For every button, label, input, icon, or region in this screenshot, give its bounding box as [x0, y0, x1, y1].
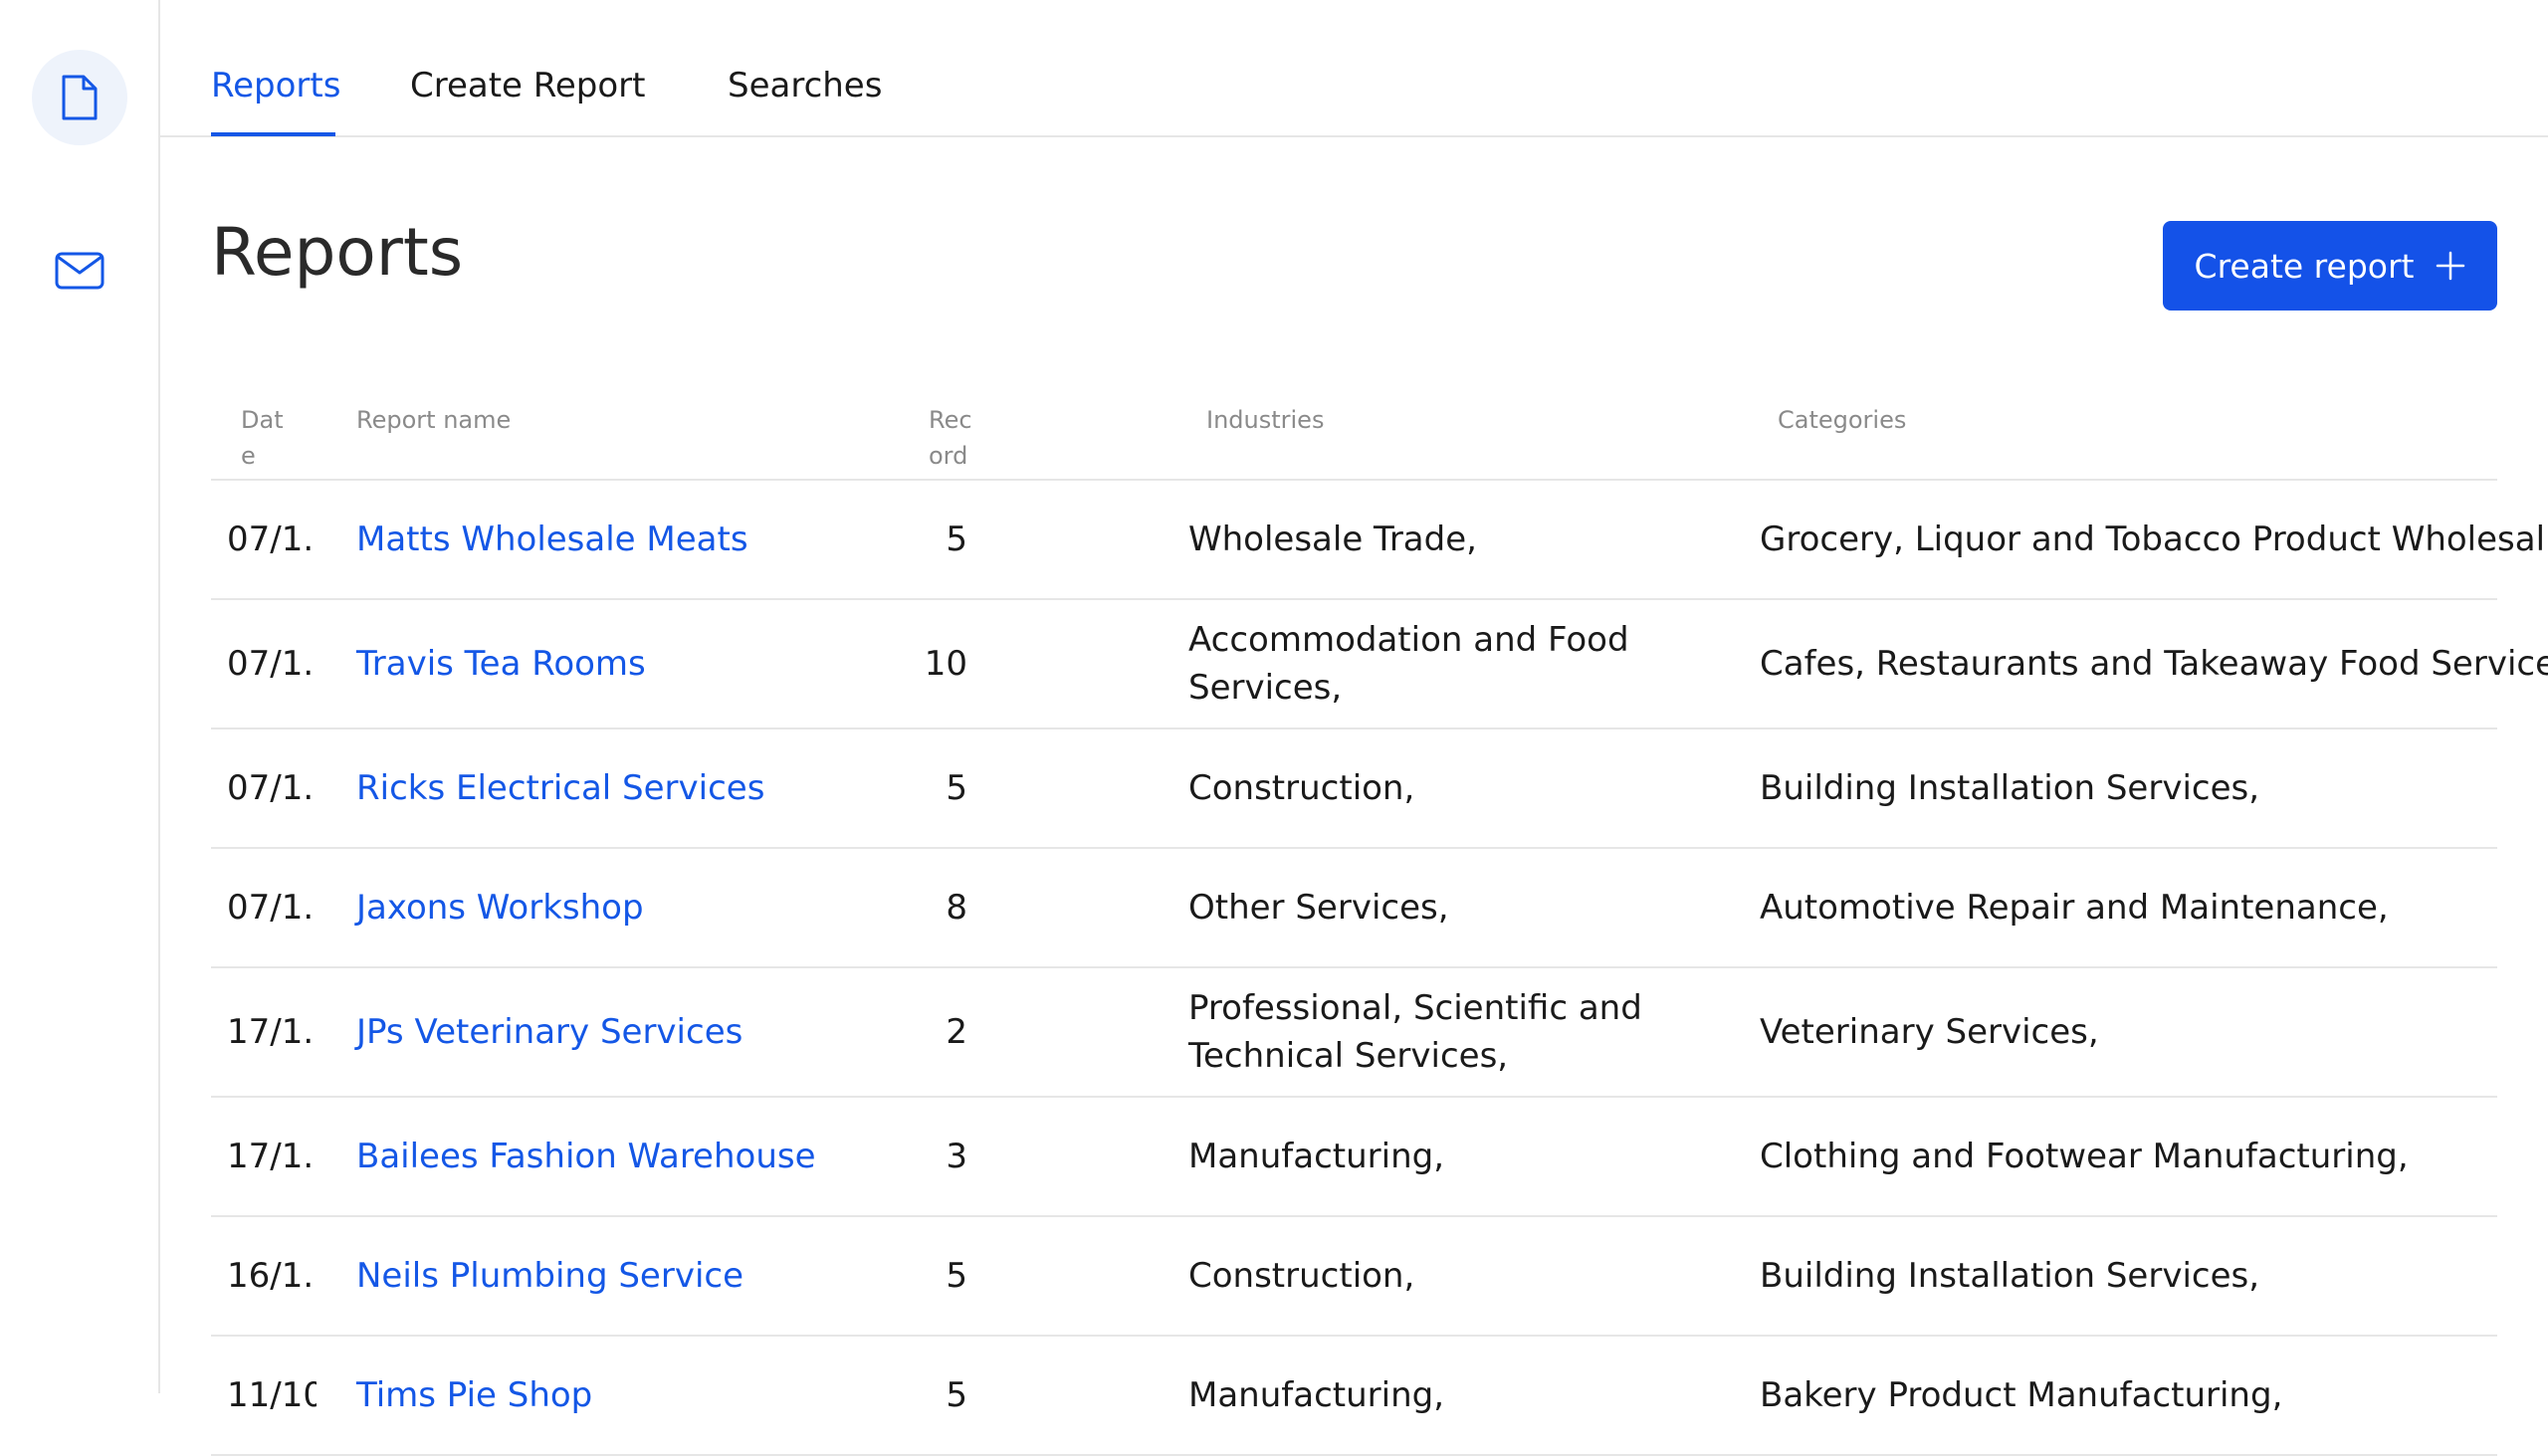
- row-categories: Building Installation Services,: [1760, 1256, 2260, 1296]
- report-name-link[interactable]: Bailees Fashion Warehouse: [356, 1098, 914, 1215]
- report-name-link[interactable]: Ricks Electrical Services: [356, 729, 914, 847]
- row-categories: Veterinary Services,: [1760, 1012, 2099, 1052]
- row-industries: Construction,: [1188, 1256, 1415, 1296]
- row-record-count: 8: [946, 888, 967, 928]
- report-name-link[interactable]: JPs Veterinary Services: [356, 968, 914, 1096]
- report-name-link[interactable]: Matts Wholesale Meats: [356, 481, 914, 598]
- row-record-count: 3: [946, 1137, 967, 1176]
- tab-searches[interactable]: Searches: [728, 64, 882, 107]
- main-content: Reports Create Report Searches Reports C…: [160, 0, 2548, 1456]
- column-header-industries[interactable]: Industries: [1206, 402, 1324, 438]
- table-row[interactable]: 07/1... Matts Wholesale Meats 5 Wholesal…: [211, 481, 2548, 600]
- row-record-count: 5: [946, 1375, 967, 1415]
- table-row[interactable]: 17/1... JPs Veterinary Services 2 Profes…: [211, 968, 2497, 1098]
- sidebar-reports-button[interactable]: [32, 50, 127, 145]
- row-industries: Professional, Scientific and Technical S…: [1188, 988, 1642, 1076]
- page-title: Reports: [211, 214, 464, 291]
- row-date: 07/1...: [227, 888, 317, 928]
- row-categories: Building Installation Services,: [1760, 768, 2260, 808]
- table-header: Date Report name Record Industries Categ…: [211, 388, 2497, 481]
- report-name-link[interactable]: Travis Tea Rooms: [356, 600, 914, 728]
- row-industries: Manufacturing,: [1188, 1137, 1445, 1176]
- tab-bar: Reports Create Report Searches: [160, 0, 2548, 137]
- row-categories: Cafes, Restaurants and Takeaway Food Ser…: [1760, 644, 2548, 684]
- row-record-count: 5: [946, 768, 967, 808]
- column-header-categories[interactable]: Categories: [1778, 402, 1906, 438]
- plus-icon: [2436, 251, 2465, 281]
- report-name-link[interactable]: Neils Plumbing Service: [356, 1217, 914, 1335]
- row-date: 17/1...: [227, 1137, 317, 1176]
- row-industries: Accommodation and Food Services,: [1188, 620, 1629, 708]
- table-row[interactable]: 17/1... Bailees Fashion Warehouse 3 Manu…: [211, 1098, 2497, 1217]
- row-date: 17/1...: [227, 1012, 317, 1052]
- row-record-count: 5: [946, 520, 967, 559]
- document-icon: [60, 74, 100, 121]
- sidebar: [0, 0, 160, 1393]
- row-date: 07/1...: [227, 520, 317, 559]
- row-categories: Clothing and Footwear Manufacturing,: [1760, 1137, 2409, 1176]
- column-header-records[interactable]: Record: [929, 402, 978, 474]
- row-record-count: 5: [946, 1256, 967, 1296]
- row-industries: Manufacturing,: [1188, 1375, 1445, 1415]
- row-categories: Automotive Repair and Maintenance,: [1760, 888, 2389, 928]
- row-categories: Grocery, Liquor and Tobacco Product Whol…: [1760, 520, 2548, 559]
- reports-table: Date Report name Record Industries Categ…: [211, 388, 2548, 1456]
- report-name-link[interactable]: Jaxons Workshop: [356, 849, 914, 966]
- table-row[interactable]: 07/1... Travis Tea Rooms 10 Accommodatio…: [211, 600, 2548, 729]
- create-report-button-label: Create report: [2194, 246, 2415, 286]
- table-row[interactable]: 07/1... Jaxons Workshop 8 Other Services…: [211, 849, 2497, 968]
- row-industries: Construction,: [1188, 768, 1415, 808]
- tab-reports[interactable]: Reports: [211, 64, 340, 107]
- row-date: 07/1...: [227, 644, 317, 684]
- row-industries: Other Services,: [1188, 888, 1449, 928]
- report-name-link[interactable]: Tims Pie Shop: [356, 1337, 914, 1454]
- row-date: 11/10...: [227, 1375, 317, 1415]
- row-date: 07/1...: [227, 768, 317, 808]
- table-row[interactable]: 11/10... Tims Pie Shop 5 Manufacturing, …: [211, 1337, 2497, 1456]
- tab-create-report[interactable]: Create Report: [410, 64, 646, 107]
- sidebar-messages-button[interactable]: [32, 223, 127, 318]
- row-categories: Bakery Product Manufacturing,: [1760, 1375, 2283, 1415]
- column-header-report-name[interactable]: Report name: [356, 402, 511, 438]
- row-record-count: 10: [924, 644, 967, 684]
- column-header-date[interactable]: Date: [241, 402, 291, 474]
- row-date: 16/1...: [227, 1256, 317, 1296]
- active-tab-indicator: [211, 132, 335, 136]
- table-row[interactable]: 16/1... Neils Plumbing Service 5 Constru…: [211, 1217, 2497, 1337]
- row-record-count: 2: [946, 1012, 967, 1052]
- row-industries: Wholesale Trade,: [1188, 520, 1477, 559]
- create-report-button[interactable]: Create report: [2163, 221, 2497, 311]
- table-row[interactable]: 07/1... Ricks Electrical Services 5 Cons…: [211, 729, 2497, 849]
- mail-icon: [55, 252, 105, 290]
